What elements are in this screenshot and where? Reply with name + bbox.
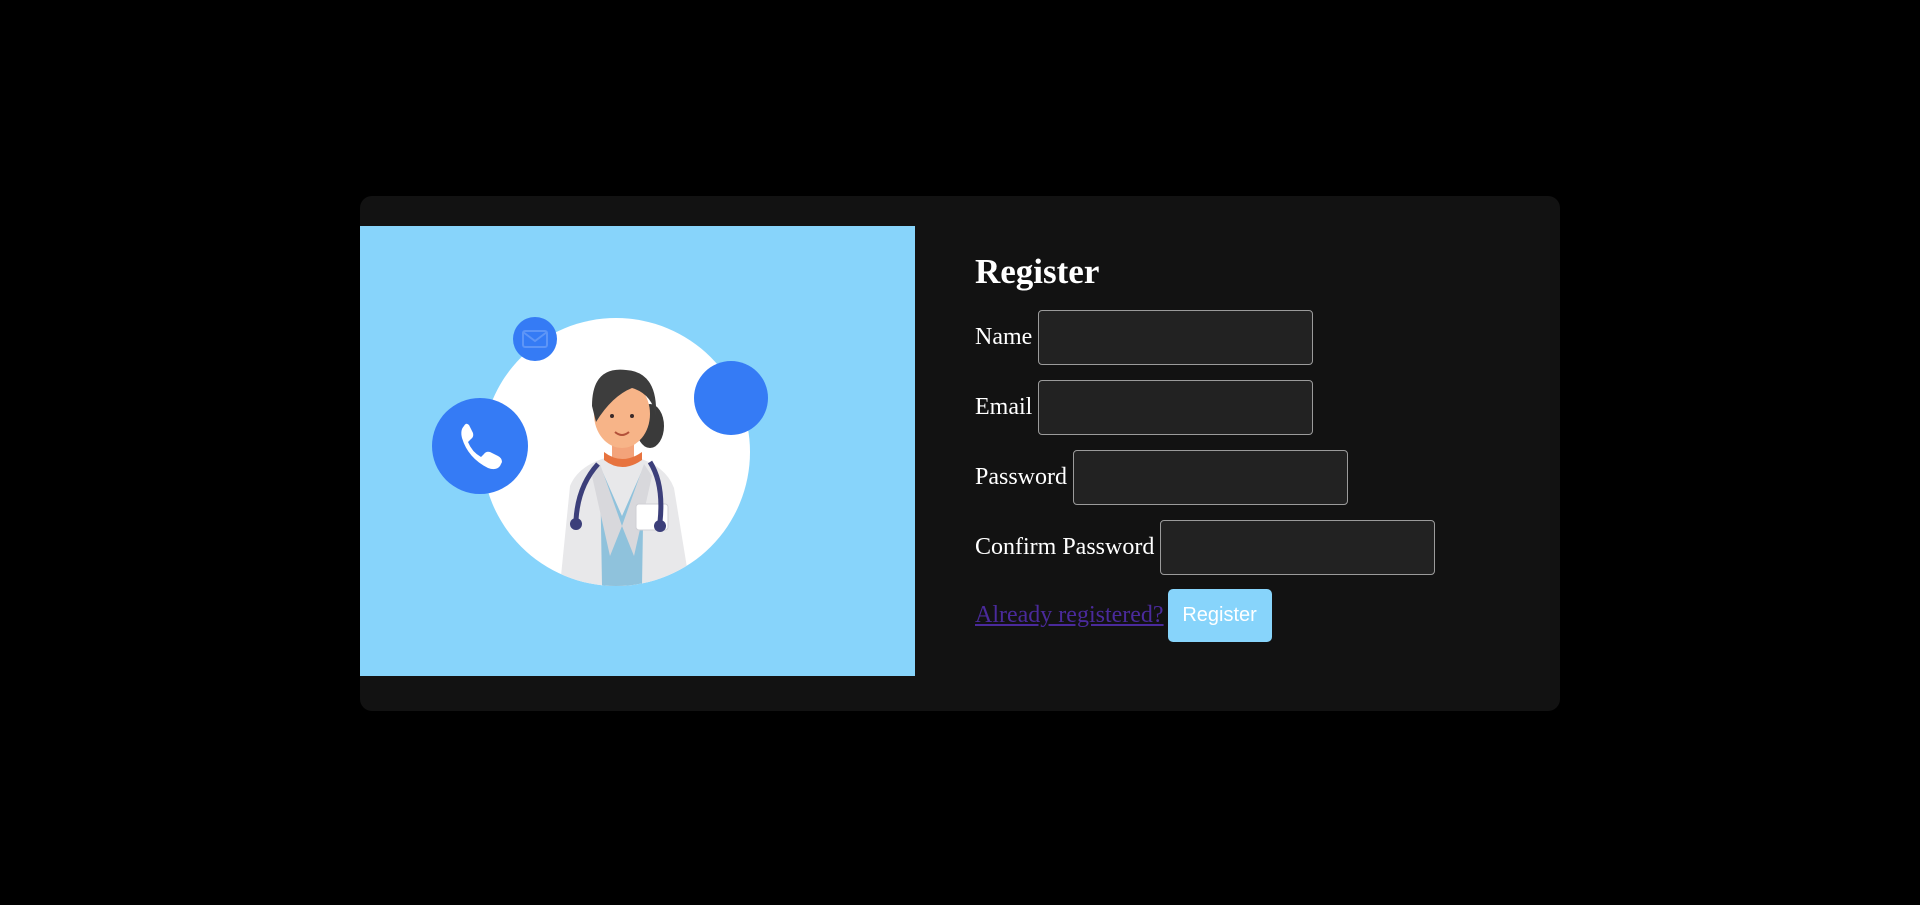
confirm-password-field[interactable] — [1160, 519, 1436, 575]
password-row: Password — [975, 449, 1435, 505]
doctor-illustration — [360, 226, 915, 676]
register-button[interactable]: Register — [1167, 588, 1272, 642]
page-title: Register — [975, 252, 1100, 291]
register-card: Register Name Email Password Confirm Pas… — [360, 196, 1560, 711]
email-label: Email — [975, 393, 1033, 420]
mail-icon — [513, 317, 557, 361]
name-row: Name — [975, 309, 1435, 365]
password-field[interactable] — [1073, 449, 1349, 505]
email-field[interactable] — [1038, 379, 1314, 435]
email-row: Email — [975, 379, 1435, 435]
confirm-password-label: Confirm Password — [975, 533, 1155, 560]
phone-icon — [432, 398, 528, 494]
password-label: Password — [975, 463, 1068, 490]
login-link[interactable]: Already registered? — [975, 602, 1164, 629]
form-actions: Already registered? Register — [975, 588, 1435, 642]
decorative-circle — [694, 361, 768, 435]
name-field[interactable] — [1038, 309, 1314, 365]
confirm-password-row: Confirm Password — [975, 519, 1436, 575]
name-label: Name — [975, 323, 1033, 350]
register-form: Register Name Email Password Confirm Pas… — [975, 252, 1436, 642]
